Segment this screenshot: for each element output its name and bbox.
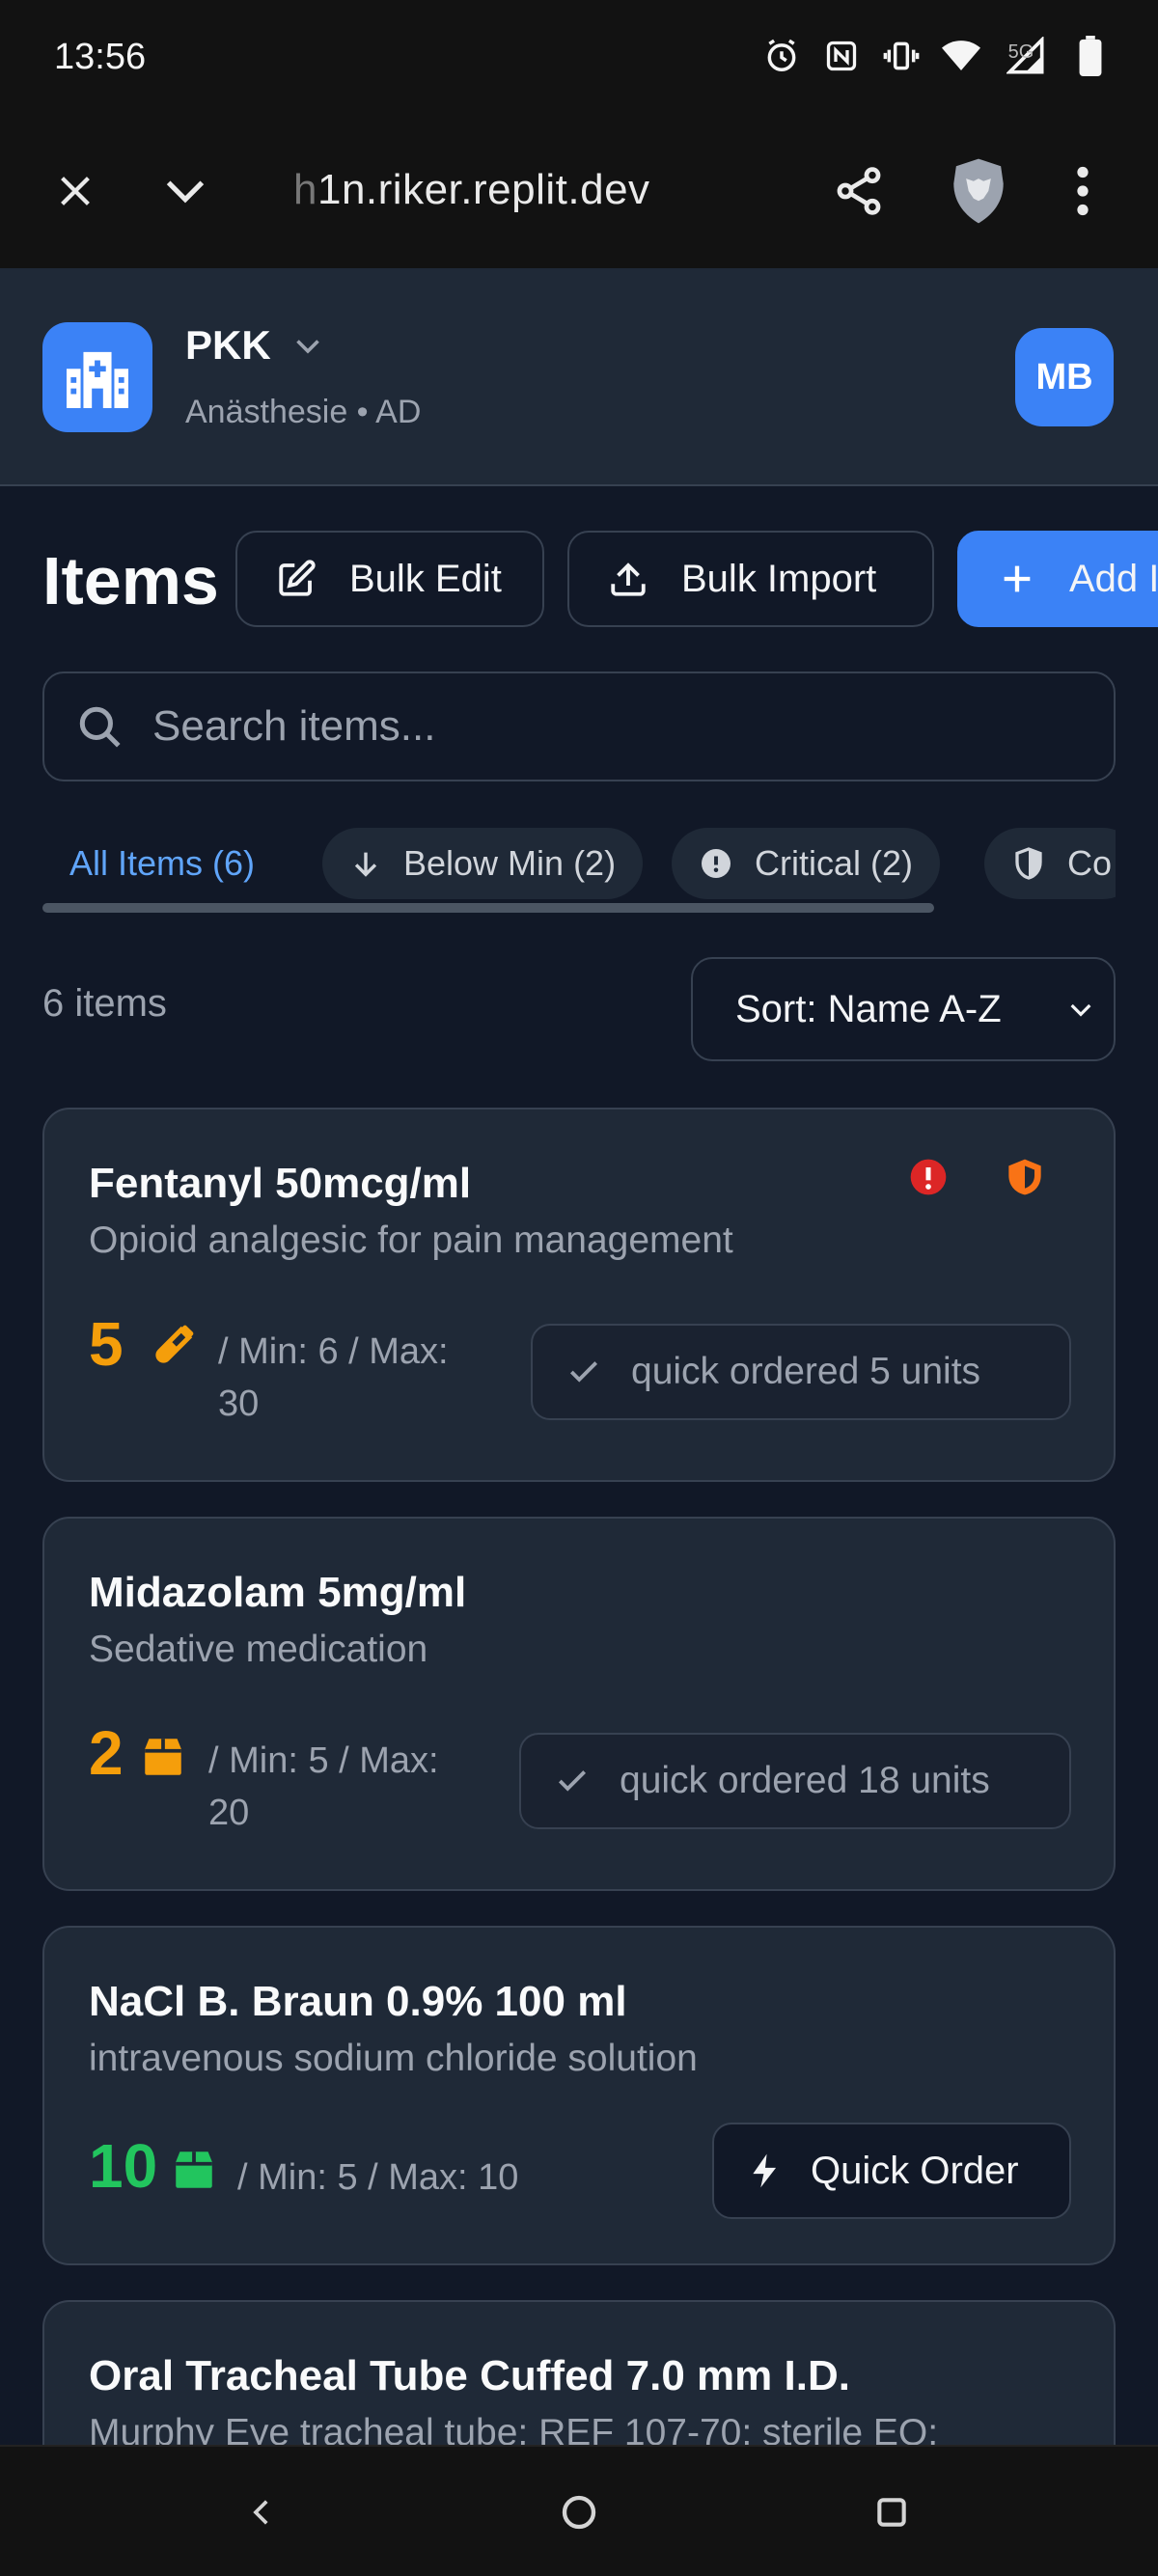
item-description: intravenous sodium chloride solution bbox=[89, 2038, 698, 2079]
vial-icon bbox=[155, 1325, 194, 1363]
item-name: Oral Tracheal Tube Cuffed 7.0 mm I.D. bbox=[89, 2352, 850, 2399]
critical-icon bbox=[910, 1159, 947, 1195]
tab-label: Critical (2) bbox=[755, 843, 914, 883]
system-nav-bar bbox=[0, 2445, 1158, 2576]
status-bar: 13:56 5G bbox=[0, 0, 1158, 116]
org-switcher[interactable]: PKK bbox=[185, 322, 325, 369]
bulk-import-label: Bulk Import bbox=[681, 557, 877, 600]
package-icon bbox=[145, 1739, 181, 1775]
back-icon[interactable] bbox=[232, 2481, 293, 2543]
more-menu-icon[interactable] bbox=[1042, 151, 1123, 232]
item-quantity: 5 bbox=[89, 1309, 124, 1379]
quick-order-button[interactable]: Quick Order bbox=[712, 2123, 1071, 2219]
org-unit: Anästhesie • AD bbox=[185, 394, 422, 430]
item-name: Fentanyl 50mcg/ml bbox=[89, 1160, 472, 1207]
minmax-line: 20 bbox=[208, 1793, 250, 1833]
item-description: Sedative medication bbox=[89, 1629, 428, 1670]
item-card[interactable]: Fentanyl 50mcg/ml Opioid analgesic for p… bbox=[42, 1108, 1116, 1482]
url-faded: h bbox=[293, 166, 317, 213]
ordered-status-label: quick ordered 5 units bbox=[631, 1351, 981, 1392]
upload-icon bbox=[611, 562, 646, 596]
battery-icon bbox=[1071, 35, 1110, 77]
minmax-line: / Min: 6 / Max: bbox=[218, 1331, 449, 1372]
sort-label: Sort: Name A-Z bbox=[735, 987, 1002, 1030]
arrow-down-icon bbox=[354, 852, 377, 877]
bulk-edit-label: Bulk Edit bbox=[349, 557, 502, 600]
home-icon[interactable] bbox=[548, 2481, 610, 2543]
tab-label: All Items (6) bbox=[69, 843, 256, 883]
item-minmax: / Min: 5 / Max: 20 bbox=[208, 1735, 439, 1839]
avatar[interactable]: MB bbox=[1015, 328, 1114, 426]
add-item-button[interactable]: Add I bbox=[957, 531, 1158, 627]
tab-critical[interactable]: Critical (2) bbox=[672, 828, 941, 899]
filter-tabs: All Items (6) Below Min (2) Critical (2)… bbox=[42, 820, 1116, 913]
check-icon bbox=[569, 1361, 598, 1383]
vibrate-icon bbox=[882, 35, 921, 77]
bulk-import-button[interactable]: Bulk Import bbox=[567, 531, 934, 627]
share-icon[interactable] bbox=[818, 151, 899, 232]
add-item-label: Add I bbox=[1069, 557, 1158, 600]
search-icon bbox=[79, 706, 121, 748]
lightning-icon bbox=[753, 2153, 777, 2188]
filter-scrollbar[interactable] bbox=[42, 903, 934, 913]
recents-icon[interactable] bbox=[861, 2481, 923, 2543]
hospital-icon bbox=[42, 322, 152, 432]
minmax-line: / Min: 5 / Max: bbox=[208, 1740, 439, 1781]
tab-all-items[interactable]: All Items (6) bbox=[42, 828, 282, 899]
ordered-status: quick ordered 5 units bbox=[531, 1324, 1071, 1420]
search-field[interactable] bbox=[42, 671, 1116, 781]
url-text: 1n.riker.replit.dev bbox=[317, 166, 650, 213]
brave-shield-icon[interactable] bbox=[938, 151, 1019, 232]
chevron-down-icon[interactable] bbox=[145, 151, 226, 232]
sort-select[interactable]: Sort: Name A-Z bbox=[691, 957, 1116, 1061]
wifi-icon bbox=[942, 35, 980, 77]
item-description: Murphy Eye tracheal tube; REF 107-70; st… bbox=[89, 2412, 939, 2445]
minmax-line: 30 bbox=[218, 1384, 260, 1424]
plus-icon bbox=[1004, 565, 1031, 592]
package-icon bbox=[176, 2151, 212, 2188]
tab-below-min[interactable]: Below Min (2) bbox=[322, 828, 644, 899]
item-card[interactable]: Oral Tracheal Tube Cuffed 7.0 mm I.D. Mu… bbox=[42, 2300, 1116, 2445]
item-minmax: / Min: 5 / Max: 10 bbox=[237, 2151, 518, 2204]
item-quantity: 2 bbox=[89, 1718, 124, 1788]
page-title: Items bbox=[42, 543, 219, 618]
tab-controlled[interactable]: Co bbox=[984, 828, 1116, 899]
alert-circle-icon bbox=[702, 849, 731, 878]
bulk-edit-button[interactable]: Bulk Edit bbox=[235, 531, 544, 627]
signal-5g-icon: 5G bbox=[1002, 35, 1050, 77]
minmax-line: / Min: 5 / Max: 10 bbox=[237, 2157, 519, 2198]
item-minmax: / Min: 6 / Max: 30 bbox=[218, 1326, 449, 1430]
status-time: 13:56 bbox=[54, 37, 147, 77]
item-card[interactable]: NaCl B. Braun 0.9% 100 ml intravenous so… bbox=[42, 1926, 1116, 2265]
item-quantity: 10 bbox=[89, 2131, 158, 2201]
ordered-status: quick ordered 18 units bbox=[519, 1733, 1071, 1829]
check-icon bbox=[558, 1770, 587, 1792]
browser-toolbar: h1n.riker.replit.dev bbox=[0, 116, 1158, 268]
search-input[interactable] bbox=[152, 702, 1021, 751]
item-count: 6 items bbox=[42, 982, 167, 1025]
item-card[interactable]: Midazolam 5mg/ml Sedative medication 2 /… bbox=[42, 1517, 1116, 1891]
item-name: Midazolam 5mg/ml bbox=[89, 1569, 467, 1616]
nfc-icon bbox=[822, 35, 861, 77]
status-icons: 5G bbox=[762, 35, 1110, 77]
chevron-down-icon bbox=[295, 340, 319, 354]
shield-icon bbox=[1015, 847, 1042, 880]
app-header: PKK Anästhesie • AD MB bbox=[0, 268, 1158, 486]
controlled-shield-icon bbox=[1008, 1159, 1041, 1195]
org-name: PKK bbox=[185, 322, 271, 368]
quick-order-label: Quick Order bbox=[811, 2149, 1019, 2192]
item-name: NaCl B. Braun 0.9% 100 ml bbox=[89, 1978, 627, 2025]
chevron-down-icon bbox=[1070, 1003, 1091, 1017]
close-tab-icon[interactable] bbox=[35, 151, 116, 232]
ordered-status-label: quick ordered 18 units bbox=[620, 1760, 990, 1801]
alarm-icon bbox=[762, 35, 801, 77]
item-description: Opioid analgesic for pain management bbox=[89, 1219, 733, 1261]
url-bar[interactable]: h1n.riker.replit.dev bbox=[293, 166, 650, 214]
tab-label: Co bbox=[1067, 843, 1113, 883]
items-page: Items Bulk Edit Bulk Import Add I All It… bbox=[0, 486, 1158, 2445]
edit-icon bbox=[279, 560, 316, 596]
tab-label: Below Min (2) bbox=[403, 843, 617, 883]
